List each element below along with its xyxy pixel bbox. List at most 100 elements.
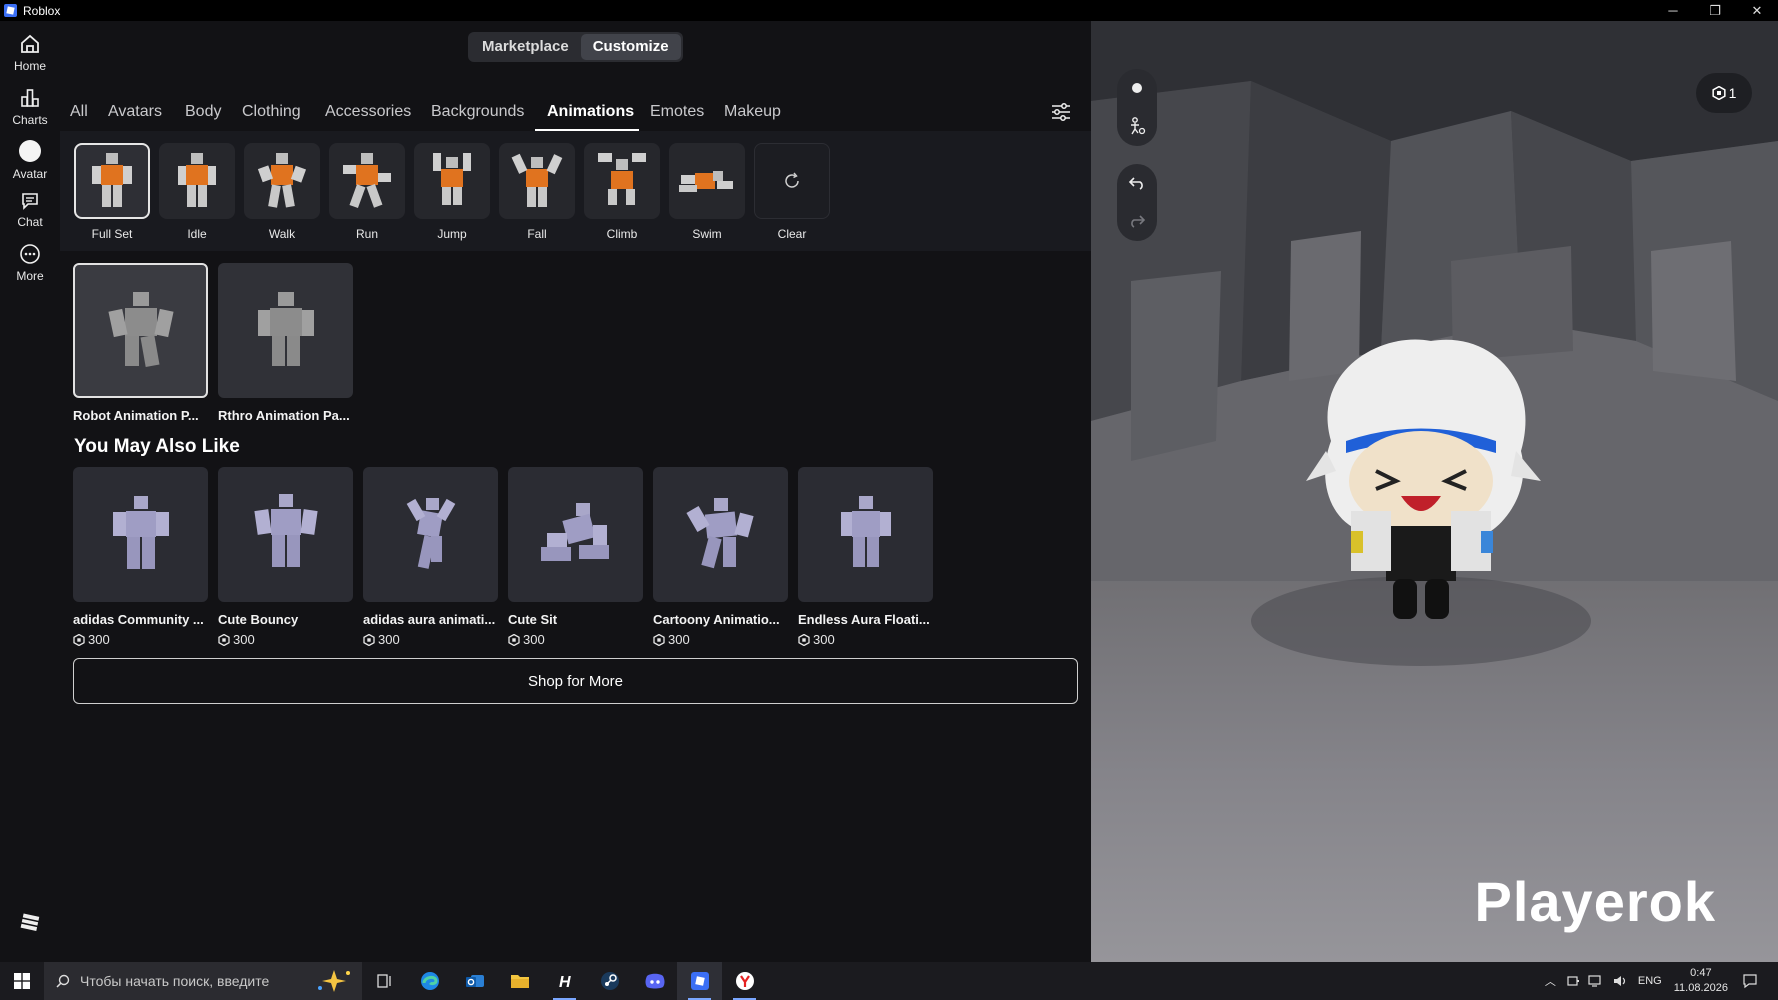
tab-makeup[interactable]: Makeup bbox=[724, 103, 781, 121]
rec-price-value: 300 bbox=[378, 632, 400, 647]
rec-name: Endless Aura Floati... bbox=[798, 612, 930, 627]
watermark: Playerok bbox=[1474, 870, 1716, 933]
slot-thumbnail bbox=[159, 143, 235, 219]
tab-emotes[interactable]: Emotes bbox=[650, 103, 704, 121]
windows-taskbar: Чтобы начать поиск, введите H ︿ ENG 0:47… bbox=[0, 962, 1778, 1000]
sidebar-item-label: Avatar bbox=[12, 167, 48, 181]
tab-clothing[interactable]: Clothing bbox=[242, 103, 301, 121]
taskbar-clock[interactable]: 0:47 11.08.2026 bbox=[1674, 966, 1728, 996]
slot-thumbnail bbox=[74, 143, 150, 219]
recommendations-title: You May Also Like bbox=[74, 436, 240, 457]
rec-thumbnail bbox=[218, 467, 353, 602]
history-tools-group bbox=[1117, 164, 1157, 241]
slot-label: Jump bbox=[437, 227, 467, 241]
slot-clear[interactable]: Clear bbox=[754, 143, 830, 241]
rec-card[interactable]: Cute Sit 300 bbox=[508, 467, 643, 647]
more-icon bbox=[20, 244, 40, 264]
rec-name: Cute Sit bbox=[508, 612, 558, 627]
roblox-logo-icon[interactable] bbox=[20, 912, 40, 932]
slot-label: Swim bbox=[692, 227, 722, 241]
slot-label: Run bbox=[355, 227, 378, 241]
sidebar-item-label: Chat bbox=[17, 215, 43, 229]
robux-icon bbox=[73, 633, 85, 646]
rec-card[interactable]: Endless Aura Floati... 300 bbox=[798, 467, 933, 647]
pack-thumbnail bbox=[73, 263, 208, 398]
minimize-button[interactable]: ─ bbox=[1652, 0, 1694, 21]
slot-swim[interactable]: Swim bbox=[669, 143, 745, 241]
language-indicator[interactable]: ENG bbox=[1638, 975, 1662, 987]
slot-full-set[interactable]: Full Set bbox=[74, 143, 150, 241]
avatar-preview-viewport[interactable]: 1 Playerok bbox=[1091, 21, 1778, 962]
slot-run[interactable]: Run bbox=[329, 143, 405, 241]
steam-icon[interactable] bbox=[587, 962, 632, 1000]
file-explorer-icon[interactable] bbox=[497, 962, 542, 1000]
tab-accessories[interactable]: Accessories bbox=[325, 103, 411, 121]
pack-card-rthro[interactable]: Rthro Animation Pa... bbox=[218, 263, 353, 423]
start-button[interactable] bbox=[0, 962, 44, 1000]
hellcase-app-icon[interactable]: H bbox=[542, 962, 587, 1000]
taskbar-search[interactable]: Чтобы начать поиск, введите bbox=[44, 962, 362, 1000]
tray-expand-icon[interactable]: ︿ bbox=[1545, 973, 1556, 989]
sparkle-icon bbox=[318, 970, 350, 992]
slot-fall[interactable]: Fall bbox=[499, 143, 575, 241]
sidebar: Home Charts Avatar Chat More bbox=[0, 21, 60, 962]
sidebar-item-label: More bbox=[16, 269, 44, 283]
tab-body[interactable]: Body bbox=[185, 103, 221, 121]
rec-card[interactable]: Cartoony Animatio... 300 bbox=[653, 467, 788, 647]
task-view-icon[interactable] bbox=[362, 962, 407, 1000]
outlook-icon[interactable] bbox=[452, 962, 497, 1000]
robux-icon bbox=[218, 633, 230, 646]
system-tray: ︿ ENG 0:47 11.08.2026 bbox=[1545, 962, 1778, 1000]
roblox-taskbar-icon[interactable] bbox=[677, 962, 722, 1000]
rec-card[interactable]: adidas aura animati... 300 bbox=[363, 467, 498, 647]
customize-tab[interactable]: Customize bbox=[580, 34, 681, 60]
svg-text:H: H bbox=[559, 974, 571, 990]
robux-icon bbox=[653, 633, 665, 646]
sidebar-item-avatar[interactable]: Avatar bbox=[0, 139, 60, 181]
notifications-icon[interactable] bbox=[1742, 973, 1758, 989]
rec-price-value: 300 bbox=[233, 632, 255, 647]
shop-for-more-button[interactable]: Shop for More bbox=[73, 658, 1078, 704]
rec-price: 300 bbox=[218, 632, 353, 647]
tab-all[interactable]: All bbox=[70, 103, 88, 121]
sidebar-item-more[interactable]: More bbox=[0, 243, 60, 283]
rec-price: 300 bbox=[798, 632, 933, 647]
head-view-icon[interactable] bbox=[1117, 69, 1157, 107]
yandex-browser-icon[interactable] bbox=[722, 962, 767, 1000]
sidebar-item-chat[interactable]: Chat bbox=[0, 191, 60, 229]
edge-browser-icon[interactable] bbox=[407, 962, 452, 1000]
rec-price-value: 300 bbox=[668, 632, 690, 647]
tab-backgrounds[interactable]: Backgrounds bbox=[431, 103, 524, 121]
slot-walk[interactable]: Walk bbox=[244, 143, 320, 241]
sidebar-item-charts[interactable]: Charts bbox=[0, 87, 60, 127]
discord-icon[interactable] bbox=[632, 962, 677, 1000]
network-icon[interactable] bbox=[1588, 974, 1604, 988]
pose-settings-icon[interactable] bbox=[1117, 107, 1157, 145]
tab-animations[interactable]: Animations bbox=[547, 103, 634, 121]
undo-icon[interactable] bbox=[1117, 164, 1157, 202]
robux-balance-badge[interactable]: 1 bbox=[1696, 73, 1752, 113]
battery-icon[interactable] bbox=[1566, 974, 1580, 988]
slot-thumbnail bbox=[414, 143, 490, 219]
rec-card[interactable]: adidas Community ... 300 bbox=[73, 467, 208, 647]
title-bar: Roblox ─ ❐ ✕ bbox=[0, 0, 1778, 21]
rec-card[interactable]: Cute Bouncy 300 bbox=[218, 467, 353, 647]
sidebar-item-home[interactable]: Home bbox=[0, 33, 60, 73]
slot-jump[interactable]: Jump bbox=[414, 143, 490, 241]
rec-price-value: 300 bbox=[523, 632, 545, 647]
slot-climb[interactable]: Climb bbox=[584, 143, 660, 241]
slot-idle[interactable]: Idle bbox=[159, 143, 235, 241]
close-button[interactable]: ✕ bbox=[1736, 0, 1778, 21]
maximize-button[interactable]: ❐ bbox=[1694, 0, 1736, 21]
marketplace-tab[interactable]: Marketplace bbox=[470, 34, 581, 60]
rec-name: adidas Community ... bbox=[73, 612, 204, 627]
redo-icon[interactable] bbox=[1117, 202, 1157, 240]
pack-card-robot[interactable]: Robot Animation P... bbox=[73, 263, 208, 423]
volume-icon[interactable] bbox=[1612, 974, 1628, 988]
roblox-app-icon bbox=[4, 4, 17, 17]
slot-label: Idle bbox=[187, 227, 207, 241]
rec-thumbnail bbox=[798, 467, 933, 602]
search-icon bbox=[56, 974, 70, 988]
tab-avatars[interactable]: Avatars bbox=[108, 103, 162, 121]
filter-settings-icon[interactable] bbox=[1050, 101, 1072, 123]
